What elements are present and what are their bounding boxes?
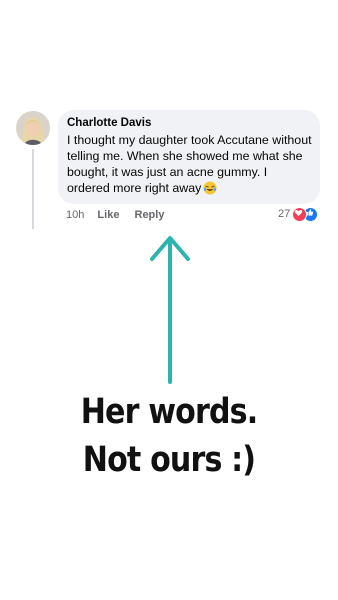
comment-timestamp[interactable]: 10h [66,209,84,221]
reply-button[interactable]: Reply [135,209,165,221]
caption-line-1: Her words. [80,392,258,432]
user-avatar-icon [16,111,50,145]
like-button[interactable]: Like [97,209,119,221]
comment-text: I thought my daughter took Accutane with… [67,133,312,195]
avatar[interactable] [16,111,50,145]
caption-line-2: Not ours :) [82,440,256,480]
comment-body: I thought my daughter took Accutane with… [67,132,312,199]
comment-bubble: Charlotte Davis I thought my daughter to… [58,110,320,204]
comment-author[interactable]: Charlotte Davis [67,116,312,131]
comment-actions: 10h Like Reply [66,208,176,222]
reaction-summary[interactable]: 27 [278,206,319,222]
laughing-tears-emoji-icon [203,181,217,199]
reaction-count: 27 [278,208,291,220]
thread-line [32,149,34,229]
up-arrow-icon [150,236,190,384]
heart-icon [292,206,308,222]
caption: Her words. Not ours :) [24,388,315,484]
